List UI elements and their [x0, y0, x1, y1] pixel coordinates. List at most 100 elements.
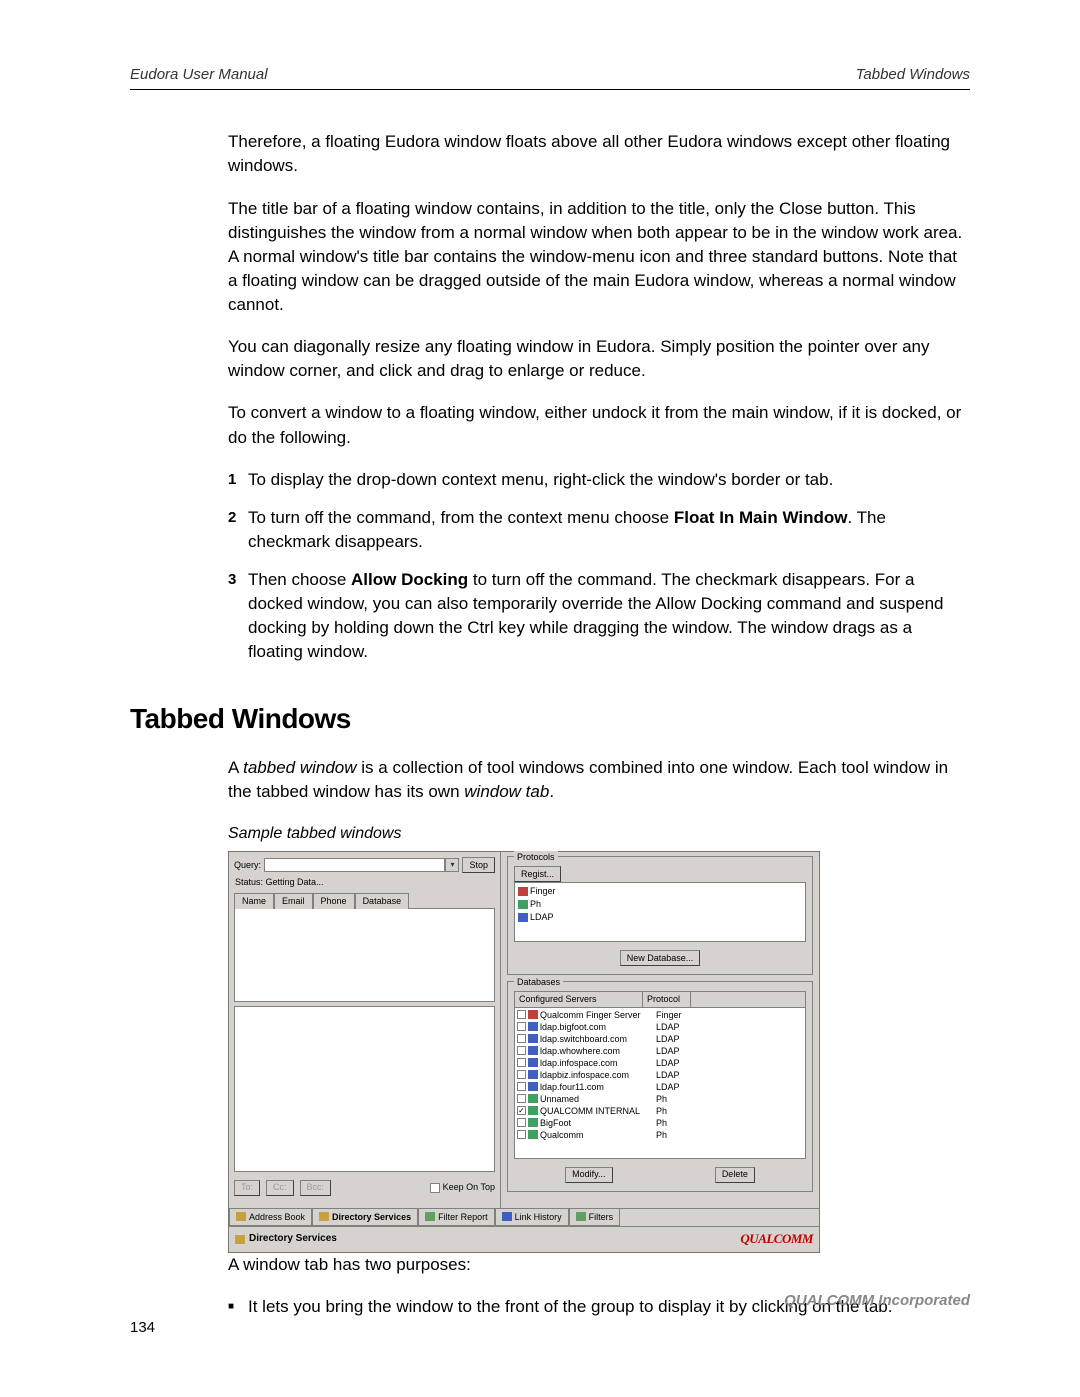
query-dropdown[interactable] [445, 858, 459, 872]
server-protocol: Ph [656, 1105, 716, 1117]
list-item[interactable]: LDAP [517, 911, 803, 924]
server-protocol: LDAP [656, 1045, 716, 1057]
page-number: 134 [130, 1317, 970, 1338]
tab-address-book[interactable]: Address Book [229, 1209, 312, 1227]
qualcomm-logo: QUALCOMM [740, 1230, 813, 1248]
protocol-icon [518, 913, 528, 922]
server-name: ldap.four11.com [540, 1081, 656, 1093]
checkbox-icon[interactable] [517, 1058, 526, 1067]
table-row[interactable]: UnnamedPh [515, 1093, 805, 1105]
server-protocol: LDAP [656, 1033, 716, 1045]
results-list[interactable] [234, 908, 495, 1002]
protocols-list[interactable]: Finger Ph LDAP [514, 882, 806, 942]
table-row[interactable]: ldap.switchboard.comLDAP [515, 1033, 805, 1045]
filter-icon [576, 1212, 586, 1221]
checkbox-icon[interactable] [517, 1034, 526, 1043]
list-item[interactable]: Ph [517, 898, 803, 911]
checkbox-icon[interactable] [517, 1022, 526, 1031]
running-head-right: Tabbed Windows [856, 64, 970, 85]
step-text: To turn off the command, from the contex… [248, 506, 970, 554]
checkbox-icon [430, 1183, 440, 1193]
server-name: Qualcomm Finger Server [540, 1009, 656, 1021]
table-row[interactable]: ldap.four11.comLDAP [515, 1081, 805, 1093]
stop-button[interactable]: Stop [462, 857, 495, 873]
col-tab[interactable]: Name [234, 893, 274, 909]
databases-table: Configured Servers Protocol Qualcomm Fin… [514, 991, 806, 1159]
server-protocol: LDAP [656, 1057, 716, 1069]
checkbox-icon[interactable] [517, 1082, 526, 1091]
to-button[interactable]: To: [234, 1180, 260, 1196]
step-item: 3 Then choose Allow Docking to turn off … [228, 568, 970, 665]
checkbox-icon[interactable] [517, 1070, 526, 1079]
cc-button[interactable]: Cc: [266, 1180, 294, 1196]
delete-button[interactable]: Delete [715, 1167, 755, 1183]
globe-icon [319, 1212, 329, 1221]
query-label: Query: [234, 859, 261, 872]
checkbox-icon[interactable]: ✓ [517, 1106, 526, 1115]
book-icon [236, 1212, 246, 1221]
table-row[interactable]: ldap.infospace.comLDAP [515, 1057, 805, 1069]
table-row[interactable]: ldap.bigfoot.comLDAP [515, 1021, 805, 1033]
server-name: QUALCOMM INTERNAL [540, 1105, 656, 1117]
server-name: ldap.infospace.com [540, 1057, 656, 1069]
col-header[interactable]: Protocol [643, 992, 691, 1007]
checkbox-icon[interactable] [517, 1130, 526, 1139]
bcc-button[interactable]: Bcc: [300, 1180, 332, 1196]
step-number: 2 [228, 506, 248, 554]
step-item: 2 To turn off the command, from the cont… [228, 506, 970, 554]
server-protocol: Ph [656, 1117, 716, 1129]
server-name: ldap.switchboard.com [540, 1033, 656, 1045]
window-tab-strip: Address Book Directory Services Filter R… [229, 1208, 819, 1227]
list-item[interactable]: Finger [517, 885, 803, 898]
body-paragraph: Therefore, a floating Eudora window floa… [228, 130, 970, 178]
server-name: ldap.whowhere.com [540, 1045, 656, 1057]
server-icon [528, 1034, 538, 1043]
table-row[interactable]: BigFootPh [515, 1117, 805, 1129]
section-intro: A tabbed window is a collection of tool … [228, 756, 970, 804]
col-tab[interactable]: Database [355, 893, 410, 909]
protocol-icon [518, 887, 528, 896]
checkbox-icon[interactable] [517, 1046, 526, 1055]
server-icon [528, 1058, 538, 1067]
col-tab[interactable]: Email [274, 893, 313, 909]
table-row[interactable]: ✓ QUALCOMM INTERNALPh [515, 1105, 805, 1117]
tab-directory-services[interactable]: Directory Services [312, 1209, 418, 1227]
server-icon [528, 1106, 538, 1115]
tab-filter-report[interactable]: Filter Report [418, 1209, 495, 1227]
table-row[interactable]: QualcommPh [515, 1129, 805, 1141]
checkbox-icon[interactable] [517, 1010, 526, 1019]
server-protocol: LDAP [656, 1021, 716, 1033]
col-tab[interactable]: Phone [313, 893, 355, 909]
tab-filters[interactable]: Filters [569, 1209, 621, 1227]
table-row[interactable]: ldapbiz.infospace.comLDAP [515, 1069, 805, 1081]
col-header[interactable]: Configured Servers [515, 992, 643, 1007]
table-row[interactable]: Qualcomm Finger ServerFinger [515, 1009, 805, 1021]
server-icon [528, 1094, 538, 1103]
server-name: Qualcomm [540, 1129, 656, 1141]
checkbox-icon[interactable] [517, 1094, 526, 1103]
status-text: Status: Getting Data... [229, 876, 500, 892]
server-protocol: LDAP [656, 1069, 716, 1081]
table-body[interactable]: Qualcomm Finger ServerFingerldap.bigfoot… [515, 1008, 805, 1158]
fieldset-legend: Protocols [514, 851, 558, 864]
register-button[interactable]: Regist... [514, 866, 561, 882]
server-protocol: LDAP [656, 1081, 716, 1093]
step-number: 3 [228, 568, 248, 665]
server-protocol: Finger [656, 1009, 716, 1021]
server-icon [528, 1118, 538, 1127]
databases-fieldset: Databases Configured Servers Protocol Qu… [507, 981, 813, 1192]
link-icon [502, 1212, 512, 1221]
query-input[interactable] [264, 858, 445, 872]
body-paragraph: A window tab has two purposes: [228, 1253, 970, 1277]
modify-button[interactable]: Modify... [565, 1167, 612, 1183]
table-row[interactable]: ldap.whowhere.comLDAP [515, 1045, 805, 1057]
report-icon [425, 1212, 435, 1221]
details-area[interactable] [234, 1006, 495, 1172]
keep-on-top-checkbox[interactable]: Keep On Top [430, 1181, 495, 1194]
tab-link-history[interactable]: Link History [495, 1209, 569, 1227]
server-icon [528, 1070, 538, 1079]
checkbox-icon[interactable] [517, 1118, 526, 1127]
running-head-left: Eudora User Manual [130, 64, 268, 85]
new-database-button[interactable]: New Database... [620, 950, 701, 966]
server-name: BigFoot [540, 1117, 656, 1129]
